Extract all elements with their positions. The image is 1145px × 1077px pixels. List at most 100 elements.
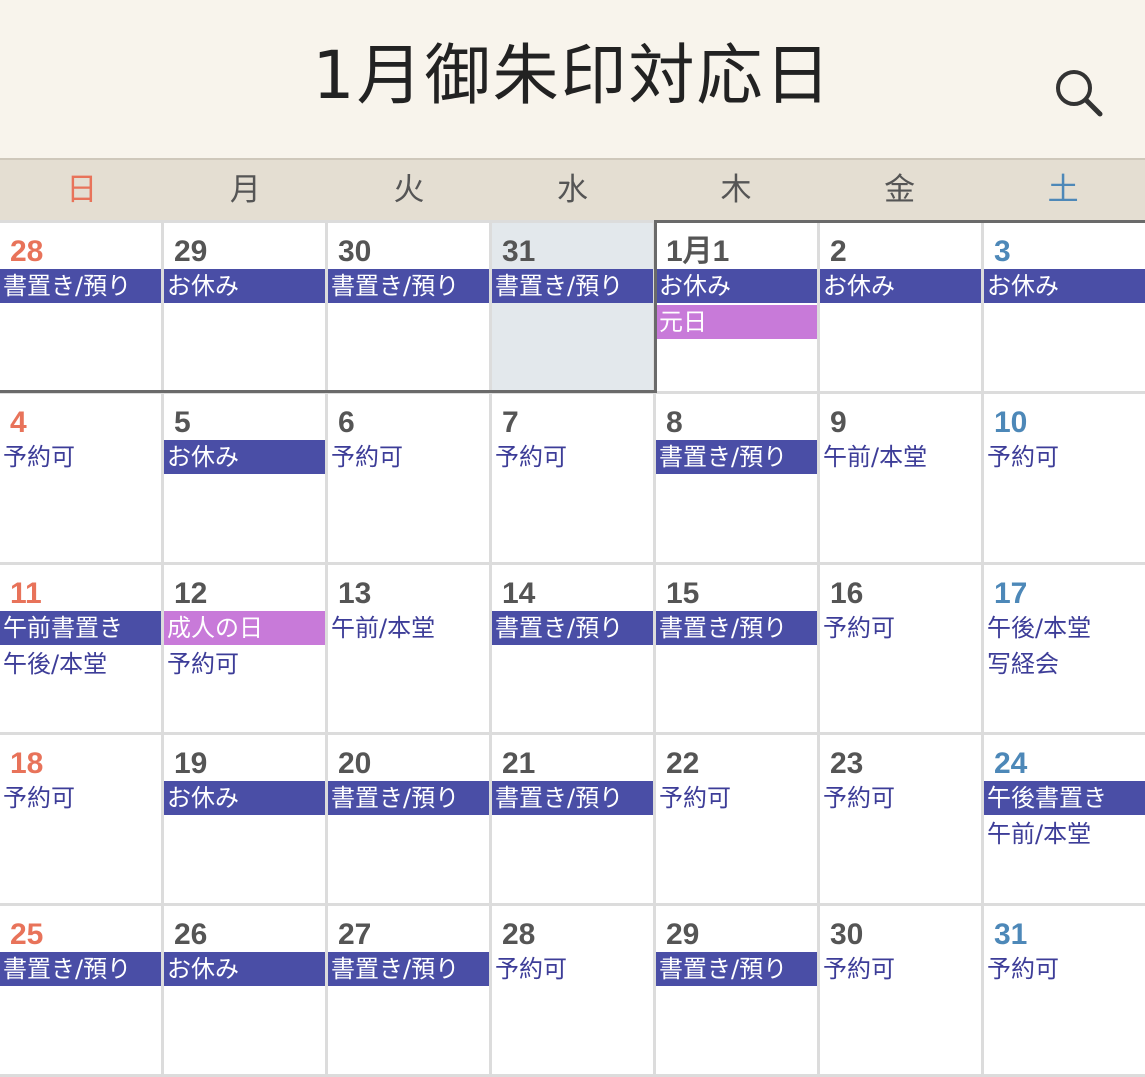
day-number: 24: [994, 747, 1028, 781]
day-cell[interactable]: 28 予約可: [492, 906, 653, 1074]
day-cell[interactable]: 14 書置き/預り: [492, 564, 653, 733]
event-label: お休み: [164, 269, 325, 303]
event-label: お休み: [164, 952, 325, 987]
day-number: 18: [10, 747, 44, 781]
weekday-thu: 木: [720, 172, 752, 208]
day-cell[interactable]: 15 書置き/預り: [656, 564, 817, 733]
day-number: 22: [666, 747, 700, 781]
search-icon: [1056, 70, 1103, 117]
day-cell[interactable]: 13 午前/本堂: [328, 564, 489, 733]
day-cell[interactable]: 29 お休み: [164, 223, 325, 391]
weekday-wed: 水: [556, 172, 588, 208]
event-label: 予約可: [3, 784, 75, 813]
event-label: 書置き/預り: [328, 781, 489, 816]
event-label: 予約可: [823, 784, 895, 813]
day-cell[interactable]: 11 午前書置き 午後/本堂: [0, 564, 161, 733]
day-number: 3: [994, 235, 1011, 268]
event-label: 書置き/預り: [656, 610, 817, 645]
day-cell[interactable]: 6 予約可: [328, 393, 489, 562]
day-cell[interactable]: 4 予約可: [0, 393, 161, 562]
event-label: 予約可: [823, 613, 895, 642]
search-button[interactable]: [1052, 66, 1106, 120]
event-label: 予約可: [495, 442, 567, 471]
day-number: 17: [994, 576, 1028, 610]
event-label: 予約可: [823, 955, 895, 984]
day-number: 28: [502, 918, 536, 952]
day-number: 31: [994, 918, 1028, 952]
day-cell[interactable]: 24 午後書置き 午前/本堂: [984, 735, 1145, 904]
event-label: 書置き/預り: [328, 952, 489, 987]
event-label: 予約可: [331, 442, 403, 471]
day-number: 15: [666, 576, 700, 610]
event-label: 書置き/預り: [492, 269, 653, 303]
day-cell[interactable]: 12 成人の日 予約可: [164, 564, 325, 733]
day-number: 20: [338, 747, 372, 781]
day-number: 31: [502, 235, 536, 268]
day-number: 27: [338, 918, 372, 952]
weekday-header: 日 月 火 水 木 金 土: [0, 158, 1145, 222]
day-cell[interactable]: 5 お休み: [164, 393, 325, 562]
page-title: 1月御朱印対応日: [312, 37, 833, 114]
day-number: 6: [338, 405, 355, 439]
day-cell[interactable]: 19 お休み: [164, 735, 325, 904]
day-cell[interactable]: 2 お休み: [820, 223, 981, 391]
day-cell[interactable]: 20 書置き/預り: [328, 735, 489, 904]
event-label: お休み: [164, 781, 325, 816]
holiday-label: 元日: [656, 305, 817, 339]
day-cell[interactable]: 23 予約可: [820, 735, 981, 904]
event-label: 午前/本堂: [331, 613, 436, 642]
day-cell[interactable]: 27 書置き/預り: [328, 906, 489, 1074]
event-label: 写経会: [987, 649, 1059, 678]
day-cell[interactable]: 31 予約可: [984, 906, 1145, 1074]
event-label: 予約可: [659, 784, 731, 813]
day-cell[interactable]: 8 書置き/預り: [656, 393, 817, 562]
event-label: お休み: [984, 269, 1145, 303]
day-cell[interactable]: 21 書置き/預り: [492, 735, 653, 904]
event-label: 午前/本堂: [823, 442, 928, 471]
day-cell[interactable]: 30 書置き/預り: [328, 223, 489, 391]
day-number: 13: [338, 576, 372, 610]
day-number: 16: [830, 576, 864, 610]
event-label: 午前/本堂: [987, 820, 1092, 849]
event-label: 書置き/預り: [0, 269, 161, 303]
day-cell[interactable]: 9 午前/本堂: [820, 393, 981, 562]
event-label: 予約可: [987, 955, 1059, 984]
day-cell[interactable]: 28 書置き/預り: [0, 223, 161, 391]
event-label: お休み: [164, 439, 325, 474]
event-label: 書置き/預り: [492, 781, 653, 816]
day-number: 7: [502, 405, 519, 439]
day-number: 9: [830, 405, 847, 439]
weekday-tue: 火: [393, 172, 425, 208]
day-number: 14: [502, 576, 536, 610]
day-number: 5: [174, 405, 191, 439]
event-label: 午後/本堂: [987, 613, 1092, 642]
event-label: 書置き/預り: [0, 952, 161, 987]
day-number: 25: [10, 918, 44, 952]
day-cell[interactable]: 22 予約可: [656, 735, 817, 904]
day-cell[interactable]: 18 予約可: [0, 735, 161, 904]
day-number: 4: [10, 405, 27, 439]
day-number: 26: [174, 918, 208, 952]
day-number: 29: [174, 235, 208, 268]
day-number: 12: [174, 576, 208, 610]
day-cell[interactable]: 31 書置き/預り: [492, 223, 653, 391]
day-cell[interactable]: 26 お休み: [164, 906, 325, 1074]
day-number: 8: [666, 405, 683, 439]
day-cell[interactable]: 16 予約可: [820, 564, 981, 733]
day-cell[interactable]: 3 お休み: [984, 223, 1145, 391]
day-cell[interactable]: 30 予約可: [820, 906, 981, 1074]
event-label: 午前書置き: [0, 610, 161, 645]
day-cell[interactable]: 7 予約可: [492, 393, 653, 562]
day-cell[interactable]: 17 午後/本堂写経会: [984, 564, 1145, 733]
day-number: 21: [502, 747, 536, 781]
weekday-sat: 土: [1047, 172, 1079, 208]
weekday-fri: 金: [884, 172, 916, 208]
day-cell[interactable]: 25 書置き/預り: [0, 906, 161, 1074]
event-label: お休み: [820, 269, 981, 303]
day-cell[interactable]: 29 書置き/預り: [656, 906, 817, 1074]
day-number: 28: [10, 235, 44, 268]
day-cell[interactable]: 1月1 お休み 元日: [656, 223, 817, 391]
day-cell[interactable]: 10 予約可: [984, 393, 1145, 562]
event-label: 書置き/預り: [328, 269, 489, 303]
holiday-label: 成人の日: [164, 610, 325, 645]
